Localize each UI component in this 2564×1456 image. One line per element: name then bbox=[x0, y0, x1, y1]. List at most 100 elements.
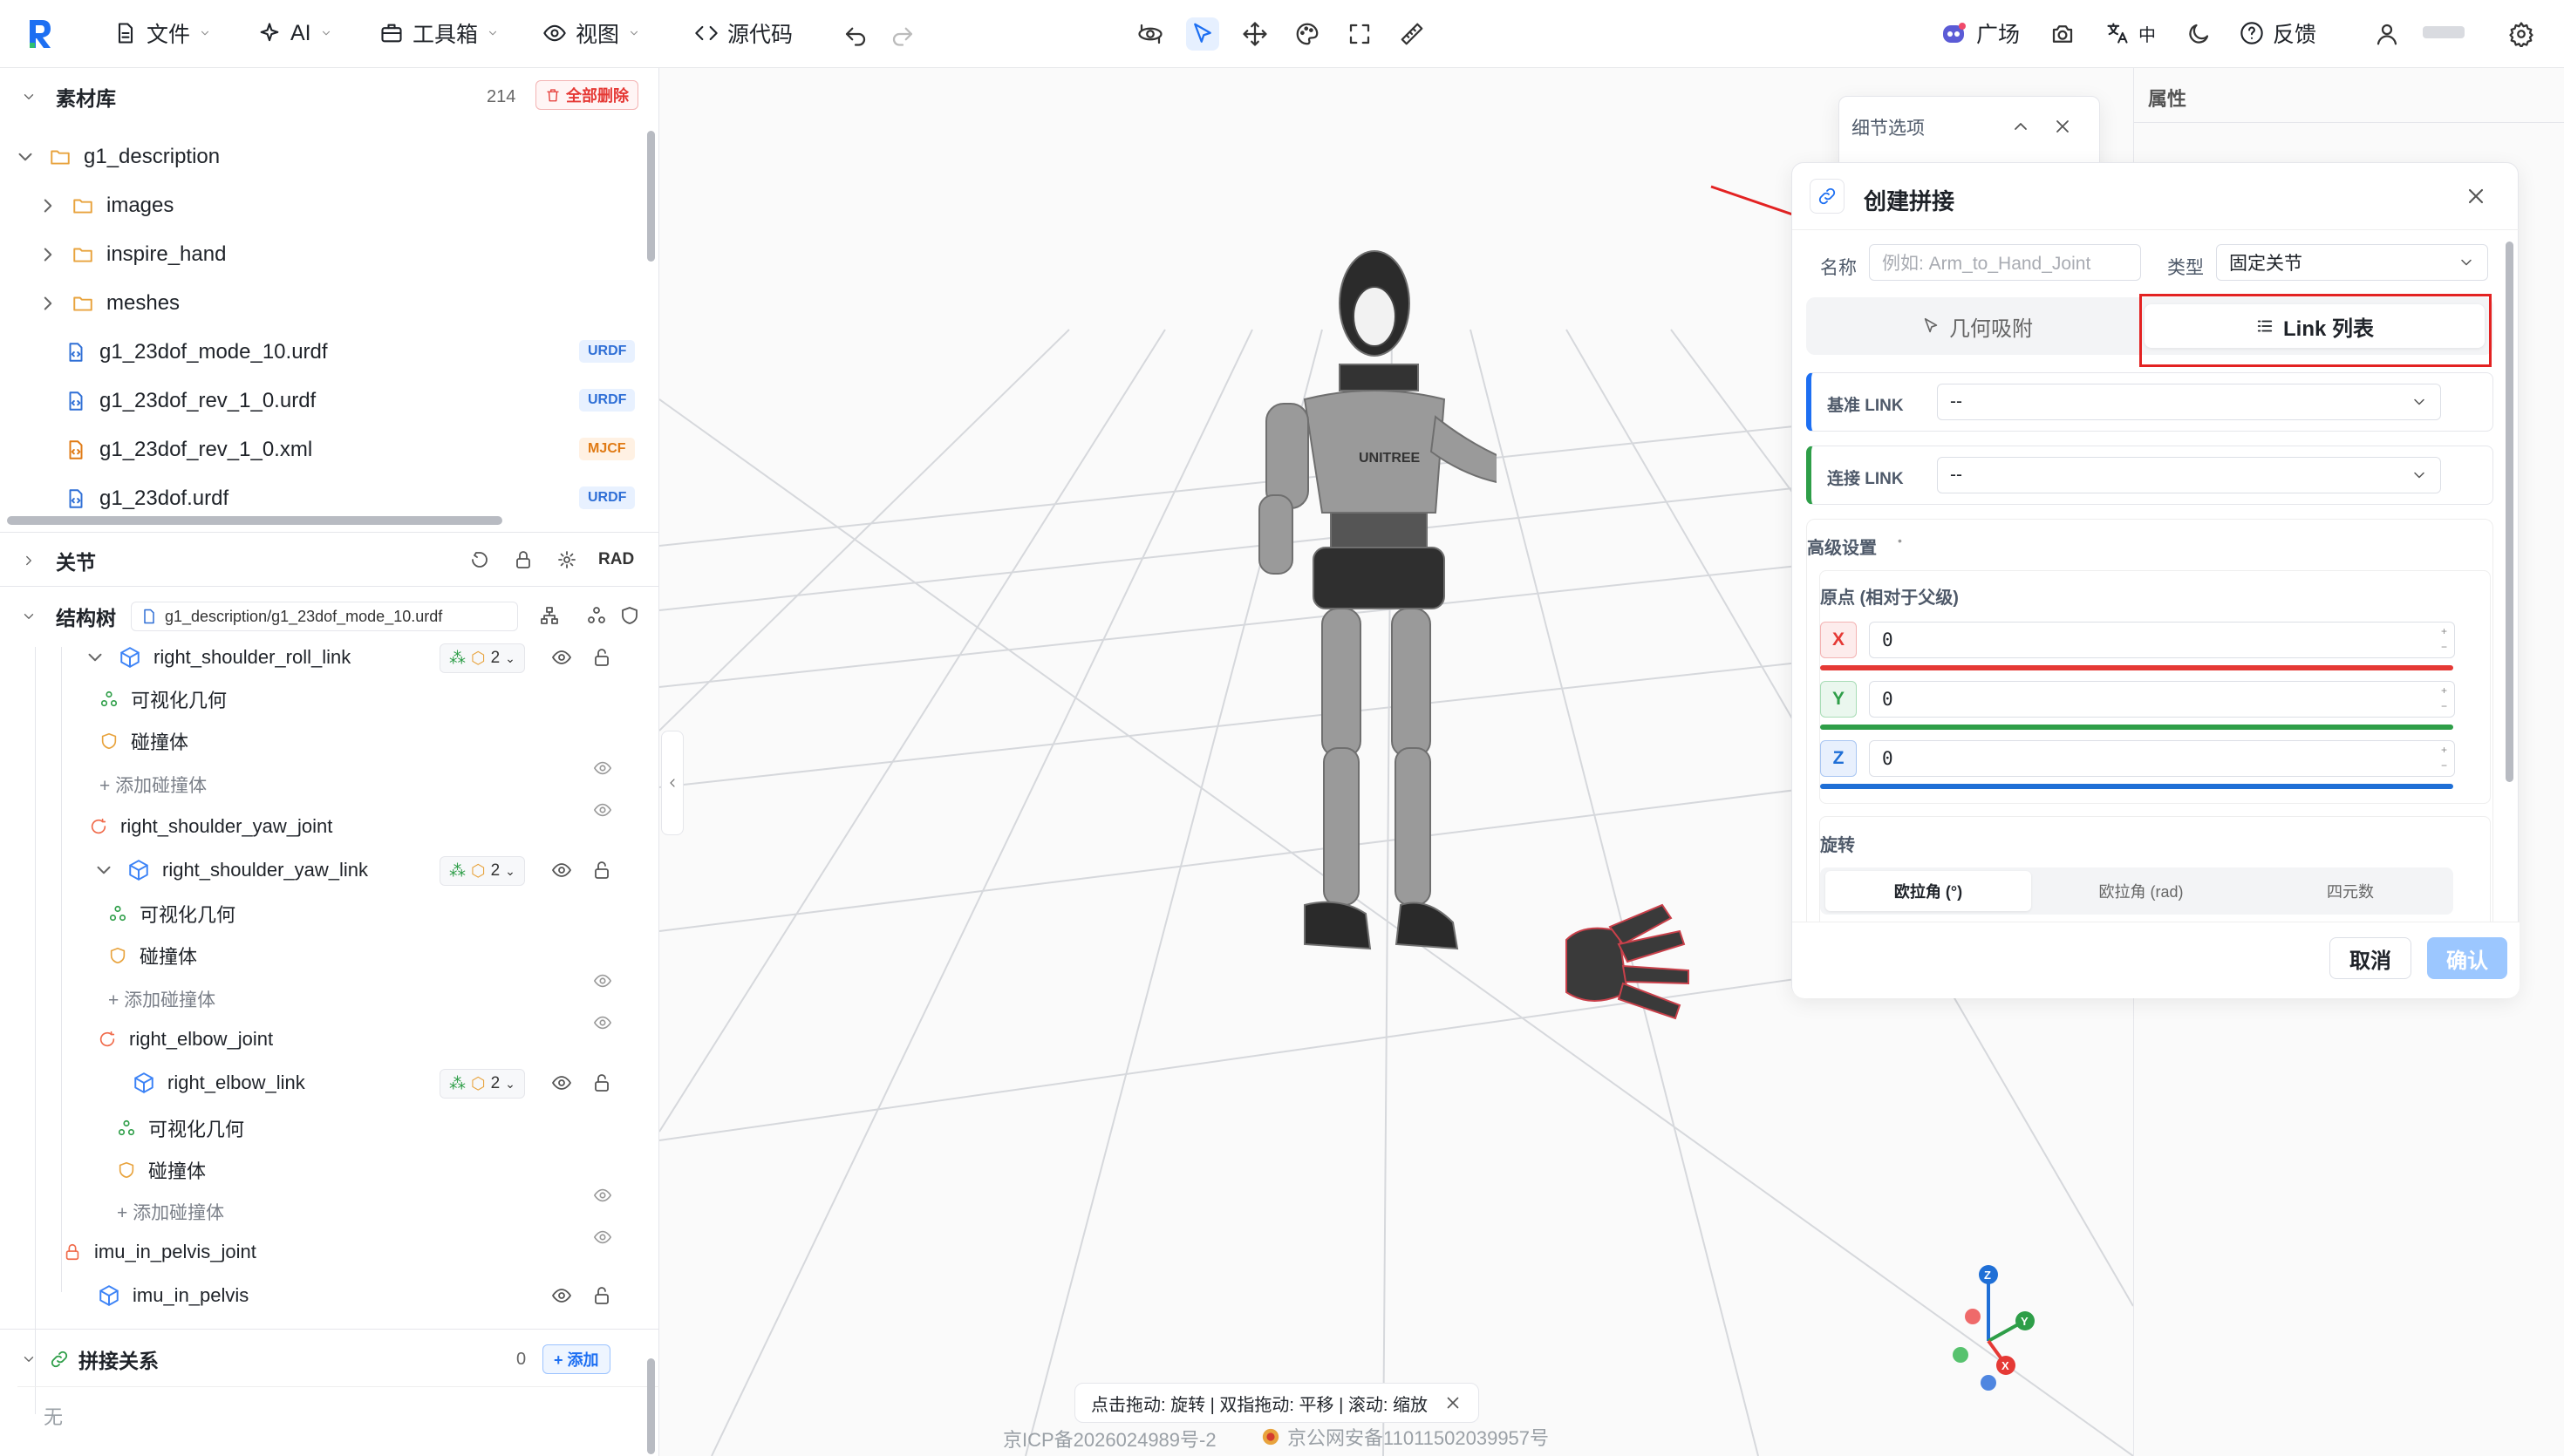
file-item[interactable]: g1_23dof_rev_1_0.xml bbox=[65, 431, 312, 469]
dialog-scrollbar[interactable] bbox=[2506, 242, 2513, 782]
tree-link-node[interactable]: right_shoulder_roll_link bbox=[84, 638, 351, 677]
name-input[interactable]: 例如: Arm_to_Hand_Joint bbox=[1869, 244, 2141, 281]
tree-visual-node[interactable]: 可视化几何 bbox=[108, 895, 235, 933]
rotation-tab-euler-rad[interactable]: 欧拉角 (rad) bbox=[2038, 871, 2244, 911]
eye-icon[interactable] bbox=[551, 860, 572, 881]
icp-record[interactable]: 京ICP备2026024989号-2 bbox=[1003, 1425, 1217, 1453]
add-collision-button[interactable]: + 添加碰撞体 bbox=[108, 980, 215, 1018]
z-stepper[interactable]: + − bbox=[2441, 742, 2447, 773]
delete-all-button[interactable]: 全部删除 bbox=[535, 80, 638, 110]
type-select[interactable]: 固定关节 bbox=[2216, 244, 2488, 281]
base-link-select[interactable]: -- bbox=[1937, 384, 2441, 420]
eye-icon[interactable] bbox=[551, 1072, 572, 1093]
screenshot-button[interactable] bbox=[2046, 17, 2079, 51]
angle-unit-toggle[interactable]: RAD bbox=[598, 550, 634, 569]
redo-button[interactable] bbox=[886, 17, 919, 51]
confirm-button[interactable]: 确认 bbox=[2427, 937, 2507, 979]
eye-icon[interactable] bbox=[593, 1186, 612, 1205]
add-collision-button[interactable]: + 添加碰撞体 bbox=[117, 1193, 224, 1231]
collapse-sidebar-handle[interactable] bbox=[661, 731, 684, 835]
origin-x-input[interactable]: 0 bbox=[1869, 622, 2455, 658]
unlock-icon[interactable] bbox=[591, 647, 612, 668]
material-tool-button[interactable] bbox=[1291, 17, 1324, 51]
tree-collision-node[interactable]: 碰撞体 bbox=[108, 936, 197, 975]
gear-icon[interactable] bbox=[556, 549, 577, 570]
file-menu[interactable]: 文件 bbox=[113, 16, 211, 51]
hierarchy-icon[interactable] bbox=[539, 605, 560, 626]
geometry-icon[interactable] bbox=[586, 605, 607, 626]
tab-geometry-snap[interactable]: 几何吸附 bbox=[1818, 304, 2136, 348]
eye-icon[interactable] bbox=[551, 647, 572, 668]
unlock-icon[interactable] bbox=[591, 1072, 612, 1093]
folder-root[interactable]: g1_description bbox=[14, 138, 220, 176]
theme-toggle[interactable] bbox=[2182, 17, 2215, 51]
geometry-count-pill[interactable]: ⁂ ⬡ 2 ⌄ bbox=[440, 643, 525, 673]
file-item[interactable]: g1_23dof_rev_1_0.urdf bbox=[65, 382, 316, 420]
reset-icon[interactable] bbox=[469, 549, 490, 570]
child-link-select[interactable]: -- bbox=[1937, 457, 2441, 493]
fullscreen-button[interactable] bbox=[1343, 17, 1376, 51]
app-logo[interactable] bbox=[26, 17, 54, 51]
tree-joint-node[interactable]: right_elbow_joint bbox=[98, 1020, 273, 1058]
unlock-icon[interactable] bbox=[591, 860, 612, 881]
unlock-icon[interactable] bbox=[591, 1285, 612, 1306]
close-icon[interactable] bbox=[2464, 184, 2488, 208]
settings-button[interactable] bbox=[2505, 17, 2538, 51]
folder-item[interactable]: images bbox=[37, 187, 174, 225]
eye-icon[interactable] bbox=[593, 1228, 612, 1247]
x-stepper[interactable]: + − bbox=[2441, 623, 2447, 655]
rotation-tab-quaternion[interactable]: 四元数 bbox=[2247, 871, 2453, 911]
tree-link-node[interactable]: imu_in_pelvis bbox=[98, 1276, 249, 1315]
file-item[interactable]: g1_23dof.urdf bbox=[65, 480, 228, 518]
select-tool-button[interactable] bbox=[1186, 17, 1219, 51]
lock-icon[interactable] bbox=[513, 549, 534, 570]
tree-joint-node[interactable]: right_shoulder_yaw_joint bbox=[89, 807, 332, 846]
add-collision-button[interactable]: + 添加碰撞体 bbox=[99, 765, 207, 804]
vertical-scrollbar[interactable] bbox=[647, 131, 655, 262]
tree-file-selector[interactable]: g1_description/g1_23dof_mode_10.urdf bbox=[131, 602, 518, 631]
shield-icon[interactable] bbox=[619, 605, 640, 626]
tree-joint-node[interactable]: imu_in_pelvis_joint bbox=[63, 1233, 256, 1271]
plaza-button[interactable]: 广场 bbox=[1940, 16, 2020, 51]
toolbox-menu[interactable]: 工具箱 bbox=[379, 16, 499, 51]
tree-collision-node[interactable]: 碰撞体 bbox=[117, 1151, 206, 1189]
language-switch[interactable]: 中 bbox=[2105, 16, 2156, 51]
axis-gizmo[interactable]: Z Y X bbox=[1941, 1262, 2055, 1393]
source-code-button[interactable]: 源代码 bbox=[694, 16, 793, 51]
geometry-count-pill[interactable]: ⁂ ⬡ 2 ⌄ bbox=[440, 856, 525, 886]
add-splice-button[interactable]: + 添加 bbox=[542, 1344, 610, 1374]
eye-icon[interactable] bbox=[551, 1285, 572, 1306]
ai-menu[interactable]: AI bbox=[257, 16, 332, 51]
vertical-scrollbar[interactable] bbox=[647, 1358, 655, 1454]
origin-y-input[interactable]: 0 bbox=[1869, 681, 2455, 718]
tree-link-node[interactable]: right_shoulder_yaw_link bbox=[92, 851, 368, 889]
tree-visual-node[interactable]: 可视化几何 bbox=[99, 680, 227, 718]
cancel-button[interactable]: 取消 bbox=[2329, 937, 2411, 979]
user-avatar[interactable] bbox=[2370, 17, 2404, 51]
tree-visual-node[interactable]: 可视化几何 bbox=[117, 1109, 244, 1147]
rotation-tab-euler-deg[interactable]: 欧拉角 (°) bbox=[1825, 871, 2031, 911]
move-tool-button[interactable] bbox=[1238, 17, 1272, 51]
undo-button[interactable] bbox=[839, 17, 872, 51]
file-item[interactable]: g1_23dof_mode_10.urdf bbox=[65, 333, 328, 371]
close-icon[interactable] bbox=[2052, 116, 2073, 137]
chevron-up-icon[interactable] bbox=[2010, 116, 2031, 137]
tree-link-node[interactable]: right_elbow_link bbox=[133, 1064, 305, 1102]
eye-icon[interactable] bbox=[593, 1013, 612, 1032]
eye-icon[interactable] bbox=[593, 759, 612, 778]
feedback-button[interactable]: 反馈 bbox=[2240, 16, 2316, 51]
folder-item[interactable]: meshes bbox=[37, 284, 180, 323]
horizontal-scrollbar[interactable] bbox=[7, 516, 502, 525]
tree-collision-node[interactable]: 碰撞体 bbox=[99, 722, 188, 760]
eye-icon[interactable] bbox=[593, 971, 612, 990]
orbit-tool-button[interactable] bbox=[1134, 17, 1167, 51]
origin-z-input[interactable]: 0 bbox=[1869, 740, 2455, 777]
geometry-count-pill[interactable]: ⁂ ⬡ 2 ⌄ bbox=[440, 1069, 525, 1099]
folder-item[interactable]: inspire_hand bbox=[37, 235, 226, 274]
eye-icon[interactable] bbox=[593, 800, 612, 820]
close-icon[interactable] bbox=[1443, 1393, 1463, 1412]
y-stepper[interactable]: + − bbox=[2441, 683, 2447, 714]
measure-tool-button[interactable] bbox=[1395, 17, 1429, 51]
police-record[interactable]: 京公网安备11011502039957号 bbox=[1261, 1423, 1549, 1451]
view-menu[interactable]: 视图 bbox=[542, 16, 640, 51]
